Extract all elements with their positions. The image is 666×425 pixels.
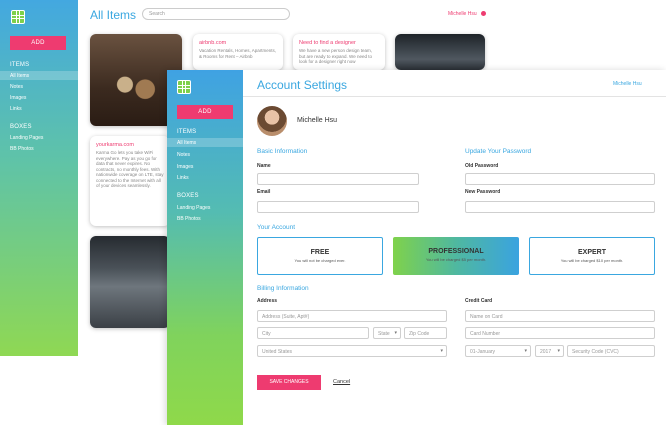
new-password-label: New Password bbox=[465, 189, 501, 195]
old-password-field[interactable] bbox=[465, 173, 655, 185]
front-sidebar-item-all-items[interactable]: All Items bbox=[177, 140, 196, 146]
password-heading: Update Your Password bbox=[465, 148, 532, 155]
photo-card-workspace[interactable] bbox=[90, 236, 170, 328]
profile-name: Michelle Hsu bbox=[297, 117, 338, 124]
karma-text: Karma Go lets you take WiFi everywhere. … bbox=[96, 150, 164, 188]
name-on-card-field[interactable]: Name on Card bbox=[465, 310, 655, 322]
old-password-label: Old Password bbox=[465, 163, 499, 169]
plan-expert-desc: You will be charged $10 per month. bbox=[560, 258, 624, 263]
front-boxes-heading: BOXES bbox=[177, 193, 199, 199]
state-select[interactable]: State ▾ bbox=[373, 327, 401, 339]
back-sidebar-item-notes[interactable]: Notes bbox=[10, 84, 23, 90]
plan-professional-desc: You will be charged $5 per month. bbox=[425, 257, 487, 262]
basic-info-heading: Basic Information bbox=[257, 148, 308, 155]
country-select-value: United States bbox=[262, 349, 293, 355]
billing-heading: Billing Information bbox=[257, 285, 309, 292]
expiry-year-select[interactable]: 2017 ▾ bbox=[535, 345, 564, 357]
back-sidebar-box-bb-photos[interactable]: BB Photos bbox=[10, 146, 34, 152]
app-logo-icon[interactable] bbox=[11, 10, 25, 24]
front-sidebar-box-bb-photos[interactable]: BB Photos bbox=[177, 216, 201, 222]
email-field[interactable] bbox=[257, 201, 419, 213]
new-password-field[interactable] bbox=[465, 201, 655, 213]
address-label: Address bbox=[257, 298, 278, 304]
back-sidebar-item-links[interactable]: Links bbox=[10, 106, 22, 112]
cvc-field[interactable]: Security Code (CVC) bbox=[567, 345, 655, 357]
name-field[interactable] bbox=[257, 173, 419, 185]
plan-professional-name: PROFESSIONAL bbox=[428, 248, 484, 255]
front-sidebar-box-landing-pages[interactable]: Landing Pages bbox=[177, 205, 210, 211]
back-page-title: All Items bbox=[90, 8, 137, 22]
header-user-name[interactable]: Michelle Hsu bbox=[613, 81, 642, 87]
state-select-value: State bbox=[378, 331, 390, 337]
cancel-link[interactable]: Cancel bbox=[333, 379, 350, 385]
city-field[interactable]: City bbox=[257, 327, 369, 339]
chevron-down-icon: ▾ bbox=[440, 348, 443, 354]
back-sidebar-item-all-items[interactable]: All Items bbox=[10, 73, 29, 79]
designer-title: Need to find a designer bbox=[299, 40, 356, 46]
back-sidebar-box-landing-pages[interactable]: Landing Pages bbox=[10, 135, 43, 141]
back-search-input[interactable]: Search bbox=[142, 8, 290, 20]
back-user-name[interactable]: Michelle Hsu bbox=[448, 11, 477, 17]
photo-card-office[interactable] bbox=[395, 34, 485, 70]
designer-text: We have a new person design team, but ar… bbox=[299, 48, 372, 64]
plan-free-name: FREE bbox=[310, 249, 330, 256]
back-add-button[interactable]: ADD bbox=[10, 36, 66, 50]
karma-title: yourkarma.com bbox=[96, 142, 134, 148]
plan-free-desc: You will not be charged ever. bbox=[294, 258, 346, 263]
front-sidebar-item-links[interactable]: Links bbox=[177, 175, 189, 181]
front-sidebar-item-notes[interactable]: Notes bbox=[177, 152, 190, 158]
save-changes-button[interactable]: SAVE CHANGES bbox=[257, 375, 321, 390]
account-settings-window: ADD ITEMS All Items Notes Images Links B… bbox=[167, 70, 666, 425]
front-add-button[interactable]: ADD bbox=[177, 105, 233, 119]
chevron-down-icon: ▾ bbox=[524, 348, 527, 354]
front-sidebar-item-images[interactable]: Images bbox=[177, 164, 193, 170]
expiry-month-value: 01-January bbox=[470, 349, 496, 355]
back-settings-icon[interactable] bbox=[481, 11, 486, 16]
expiry-year-value: 2017 bbox=[540, 349, 552, 355]
plan-expert-card[interactable]: EXPERT You will be charged $10 per month… bbox=[529, 237, 655, 275]
airbnb-title: airbnb.com bbox=[199, 40, 227, 46]
chevron-down-icon: ▾ bbox=[557, 348, 560, 354]
header-divider bbox=[243, 96, 666, 97]
back-sidebar: ADD ITEMS All Items Notes Images Links B… bbox=[0, 0, 78, 356]
plan-expert-name: EXPERT bbox=[577, 249, 606, 256]
email-label: Email bbox=[257, 189, 271, 195]
address-field[interactable]: Address (Suite, Apt#) bbox=[257, 310, 447, 322]
link-card-karma[interactable]: yourkarma.com Karma Go lets you take WiF… bbox=[90, 136, 170, 226]
country-select[interactable]: United States ▾ bbox=[257, 345, 447, 357]
name-label: Name bbox=[257, 163, 271, 169]
front-app-logo-icon[interactable] bbox=[177, 80, 191, 94]
back-boxes-heading: BOXES bbox=[10, 124, 32, 130]
back-items-heading: ITEMS bbox=[10, 62, 30, 68]
link-card-airbnb[interactable]: airbnb.com Vacation Rentals, Homes, Apar… bbox=[193, 34, 283, 70]
back-sidebar-item-images[interactable]: Images bbox=[10, 95, 26, 101]
plan-free-card[interactable]: FREE You will not be charged ever. bbox=[257, 237, 383, 275]
front-items-heading: ITEMS bbox=[177, 129, 197, 135]
plan-professional-card[interactable]: PROFESSIONAL You will be charged $5 per … bbox=[393, 237, 519, 275]
chevron-down-icon: ▾ bbox=[394, 330, 397, 336]
airbnb-text: Vacation Rentals, Homes, Apartments, & R… bbox=[199, 48, 276, 59]
screenshot-stage: ADD ITEMS All Items Notes Images Links B… bbox=[0, 0, 666, 425]
page-title: Account Settings bbox=[257, 78, 348, 92]
expiry-month-select[interactable]: 01-January ▾ bbox=[465, 345, 531, 357]
note-card-designer[interactable]: Need to find a designer We have a new pe… bbox=[293, 34, 385, 70]
zip-field[interactable]: Zip Code bbox=[404, 327, 447, 339]
your-account-heading: Your Account bbox=[257, 224, 296, 231]
credit-card-label: Credit Card bbox=[465, 298, 493, 304]
card-number-field[interactable]: Card Number bbox=[465, 327, 655, 339]
avatar[interactable] bbox=[257, 106, 287, 136]
front-sidebar: ADD ITEMS All Items Notes Images Links B… bbox=[167, 70, 243, 425]
